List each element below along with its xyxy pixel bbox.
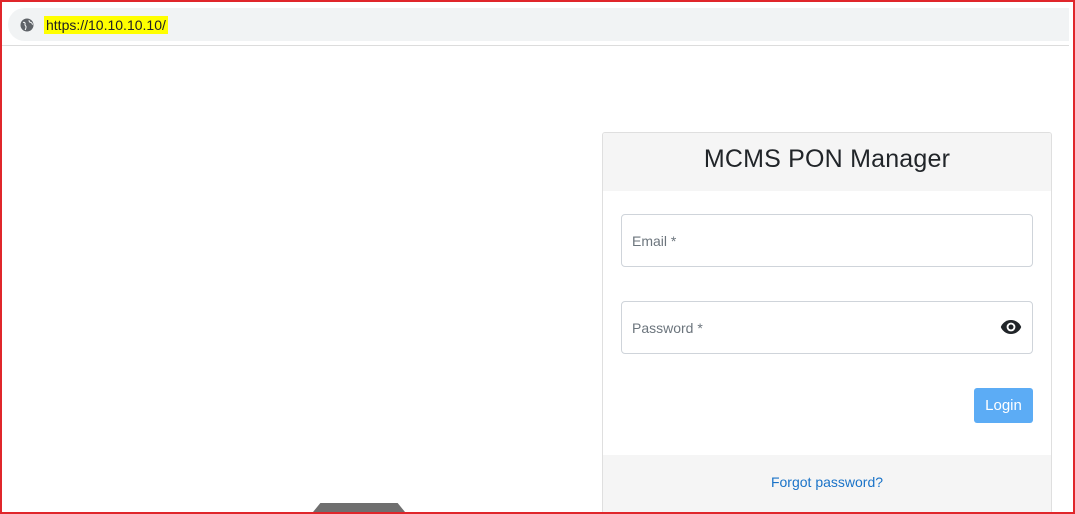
eye-icon[interactable] [1000, 318, 1022, 336]
login-button[interactable]: Login [974, 388, 1033, 423]
password-input[interactable] [622, 302, 1032, 353]
login-card: MCMS PON Manager Login Forgot password? [602, 132, 1052, 514]
url-text[interactable]: https://10.10.10.10/ [44, 16, 168, 34]
email-field[interactable] [621, 214, 1033, 267]
browser-address-bar: https://10.10.10.10/ [2, 2, 1069, 46]
email-input[interactable] [622, 215, 1032, 266]
background-graphic [313, 503, 405, 512]
forgot-password-link[interactable]: Forgot password? [603, 474, 1051, 490]
login-card-footer: Forgot password? [603, 455, 1051, 513]
globe-icon [20, 18, 34, 32]
password-field[interactable] [621, 301, 1033, 354]
page-title: MCMS PON Manager [703, 145, 951, 173]
url-field[interactable]: https://10.10.10.10/ [8, 8, 1069, 41]
login-card-header: MCMS PON Manager [603, 133, 1051, 191]
